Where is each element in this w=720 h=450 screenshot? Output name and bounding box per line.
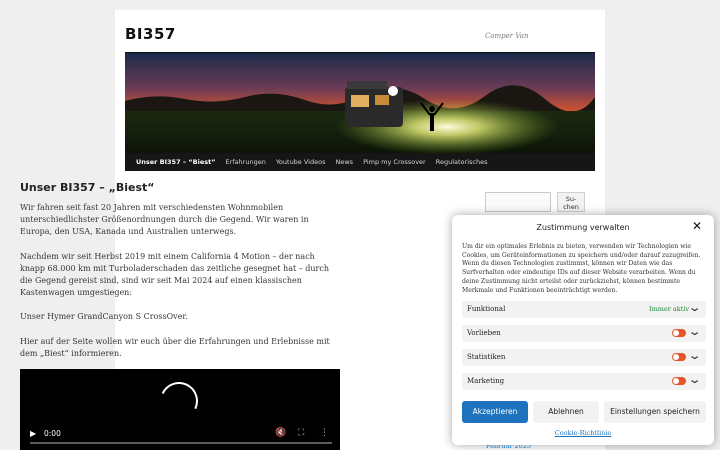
search-input[interactable]	[485, 192, 551, 212]
site-title[interactable]: BI357	[125, 25, 176, 43]
menu-icon[interactable]: ⋮	[320, 428, 329, 438]
video-player[interactable]: ▶ 0:00 🔇 ⛶ ⋮	[20, 369, 340, 450]
accept-button[interactable]: Akzeptieren	[462, 401, 528, 423]
search-button[interactable]: Su- chen	[557, 192, 585, 212]
deny-button[interactable]: Ablehnen	[533, 401, 599, 423]
category-label: Statistiken	[467, 353, 506, 361]
fullscreen-icon[interactable]: ⛶	[298, 428, 304, 438]
consent-category-marketing[interactable]: Marketing ⌄	[462, 373, 706, 390]
mute-icon[interactable]: 🔇	[275, 428, 286, 438]
main-navigation: Unser BI357 – “Biest” Erfahrungen Youtub…	[125, 153, 595, 171]
nav-item-news[interactable]: News	[330, 153, 358, 171]
chevron-down-icon[interactable]: ⌄	[688, 349, 702, 362]
vorlieben-toggle[interactable]	[672, 329, 686, 337]
article-paragraph: Wir fahren seit fast 20 Jahren mit versc…	[20, 203, 309, 237]
category-label: Marketing	[467, 377, 505, 385]
cookie-policy-link[interactable]: Cookie-Richtlinie	[452, 429, 714, 437]
chevron-down-icon[interactable]: ⌄	[688, 301, 702, 314]
nav-item-unser-bi357[interactable]: Unser BI357 – “Biest”	[131, 153, 220, 171]
night-camper-scene	[125, 53, 595, 153]
nav-item-regulatorisches[interactable]: Regulatorisches	[431, 153, 493, 171]
category-label: Vorlieben	[467, 329, 501, 337]
consent-title: Zustimmung verwalten	[536, 223, 630, 232]
article-paragraph: Hier auf der Seite wollen wir euch über …	[20, 336, 330, 358]
consent-category-statistiken[interactable]: Statistiken ⌄	[462, 349, 706, 366]
site-description: Camper Van	[485, 32, 529, 40]
category-label: Funktional	[467, 305, 506, 313]
chevron-down-icon[interactable]: ⌄	[688, 325, 702, 338]
article-paragraph: Unser Hymer GrandCanyon S CrossOver.	[20, 312, 188, 322]
close-icon[interactable]: ✕	[692, 219, 702, 233]
article-title: Unser BI357 – „Biest“	[20, 181, 155, 194]
cookie-consent-dialog: Zustimmung verwalten ✕ Um dir ein optima…	[452, 215, 714, 445]
search-button-label: Su- chen	[563, 195, 579, 211]
nav-item-pimp-my-crossover[interactable]: Pimp my Crossover	[358, 153, 431, 171]
article-content: Unser BI357 – „Biest“ Wir fahren seit fa…	[20, 181, 340, 372]
video-progress-bar[interactable]	[30, 442, 332, 444]
article-paragraph: Nachdem wir seit Herbst 2019 mit einem C…	[20, 251, 329, 298]
nav-item-erfahrungen[interactable]: Erfahrungen	[220, 153, 270, 171]
marketing-toggle[interactable]	[672, 377, 686, 385]
header-banner-image[interactable]	[125, 53, 595, 153]
loading-spinner-icon	[154, 376, 204, 426]
statistiken-toggle[interactable]	[672, 353, 686, 361]
nav-item-youtube-videos[interactable]: Youtube Videos	[271, 153, 331, 171]
chevron-down-icon[interactable]: ⌄	[688, 373, 702, 386]
video-time: 0:00	[44, 429, 61, 438]
consent-category-funktional[interactable]: Funktional Immer aktiv ⌄	[462, 301, 706, 318]
consent-category-vorlieben[interactable]: Vorlieben ⌄	[462, 325, 706, 342]
play-icon[interactable]: ▶	[30, 429, 36, 438]
video-controls: ▶ 0:00 🔇 ⛶ ⋮	[20, 420, 340, 450]
consent-description: Um dir ein optimales Erlebnis zu bieten,…	[462, 243, 701, 294]
save-settings-button[interactable]: Einstellungen speichern	[604, 401, 706, 423]
always-active-label: Immer aktiv	[649, 305, 690, 313]
